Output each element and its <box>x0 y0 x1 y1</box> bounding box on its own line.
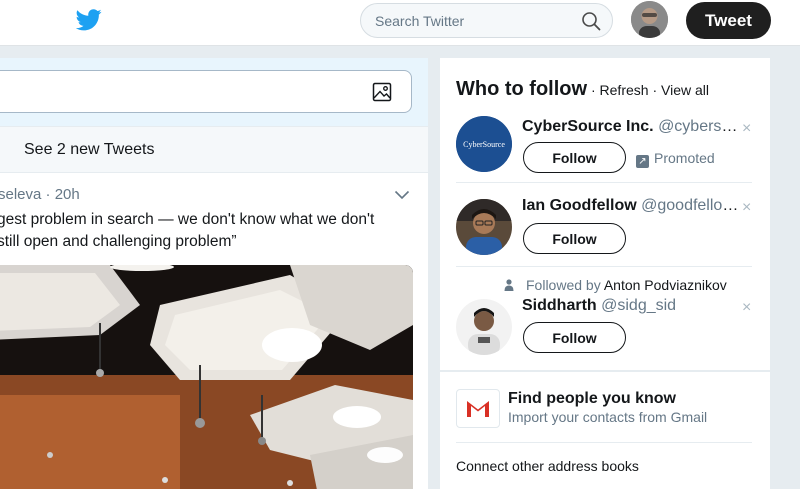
tweet[interactable]: seleva · 20h gest problem in search — we… <box>0 173 428 489</box>
search-icon[interactable] <box>581 11 601 31</box>
avatar[interactable] <box>456 299 512 355</box>
user-name[interactable]: Ian Goodfellow @goodfellow_ian <box>522 197 744 215</box>
add-photo-icon[interactable] <box>372 82 392 102</box>
promoted-arrow-icon: ↗ <box>636 155 649 168</box>
new-tweets-bar[interactable]: See 2 new Tweets <box>0 126 428 173</box>
tweet-media-image[interactable] <box>0 265 413 489</box>
avatar[interactable]: CyberSource <box>456 116 512 172</box>
find-people-subtitle[interactable]: Import your contacts from Gmail <box>508 409 707 425</box>
social-context: Followed by Anton Podviaznikov <box>504 277 727 293</box>
who-to-follow-title: Who to follow <box>456 78 588 100</box>
new-tweets-label[interactable]: See 2 new Tweets <box>24 141 154 159</box>
dismiss-close-icon[interactable]: × <box>742 299 751 317</box>
avatar[interactable] <box>456 199 512 255</box>
follow-suggestion: Ian Goodfellow @goodfellow_ian × Follow <box>456 195 752 267</box>
follow-suggestion: CyberSource CyberSource Inc. @cybersourc… <box>456 116 752 183</box>
dismiss-close-icon[interactable]: × <box>742 120 751 138</box>
search-box[interactable] <box>360 3 613 38</box>
follow-button[interactable]: Follow <box>523 142 626 173</box>
separator-dot: · <box>648 82 662 98</box>
ceiling-photo <box>0 265 413 489</box>
tweet-meta[interactable]: seleva · 20h <box>0 186 80 203</box>
twitter-bird-icon[interactable] <box>76 9 102 31</box>
follow-button[interactable]: Follow <box>523 322 626 353</box>
timeline-stream: See 2 new Tweets seleva · 20h gest probl… <box>0 58 428 489</box>
person-icon <box>504 279 514 291</box>
compose-area <box>0 58 428 126</box>
tweet-text: gest problem in search — we don't know w… <box>0 211 375 250</box>
separator-dot: · <box>587 82 600 98</box>
search-input[interactable] <box>375 11 575 31</box>
chevron-down-icon[interactable] <box>394 190 410 200</box>
find-people-module: Find people you know Import your contact… <box>440 372 770 489</box>
refresh-link[interactable]: Refresh <box>600 82 649 98</box>
view-all-link[interactable]: View all <box>661 82 709 98</box>
tweet-button[interactable]: Tweet <box>686 2 771 39</box>
who-to-follow-header: Who to follow · Refresh · View all <box>456 78 709 101</box>
promoted-label: ↗ Promoted <box>636 150 715 168</box>
avatar-logo-text: CyberSource <box>463 140 505 149</box>
user-name[interactable]: CyberSource Inc. @cybersource <box>522 118 744 136</box>
gmail-icon[interactable] <box>456 389 500 428</box>
dismiss-close-icon[interactable]: × <box>742 199 751 217</box>
who-to-follow-module: Who to follow · Refresh · View all Cyber… <box>440 58 770 370</box>
compose-tweet-box[interactable] <box>0 70 412 113</box>
user-name[interactable]: Siddharth @sidg_sid <box>522 297 744 315</box>
divider <box>456 442 752 443</box>
follow-suggestion: Followed by Anton Podviaznikov Siddharth… <box>456 275 752 365</box>
top-bar: Tweet <box>0 0 800 46</box>
follow-button[interactable]: Follow <box>523 223 626 254</box>
profile-avatar[interactable] <box>631 1 668 38</box>
connect-address-books-link[interactable]: Connect other address books <box>456 458 639 474</box>
find-people-title[interactable]: Find people you know <box>508 390 676 408</box>
